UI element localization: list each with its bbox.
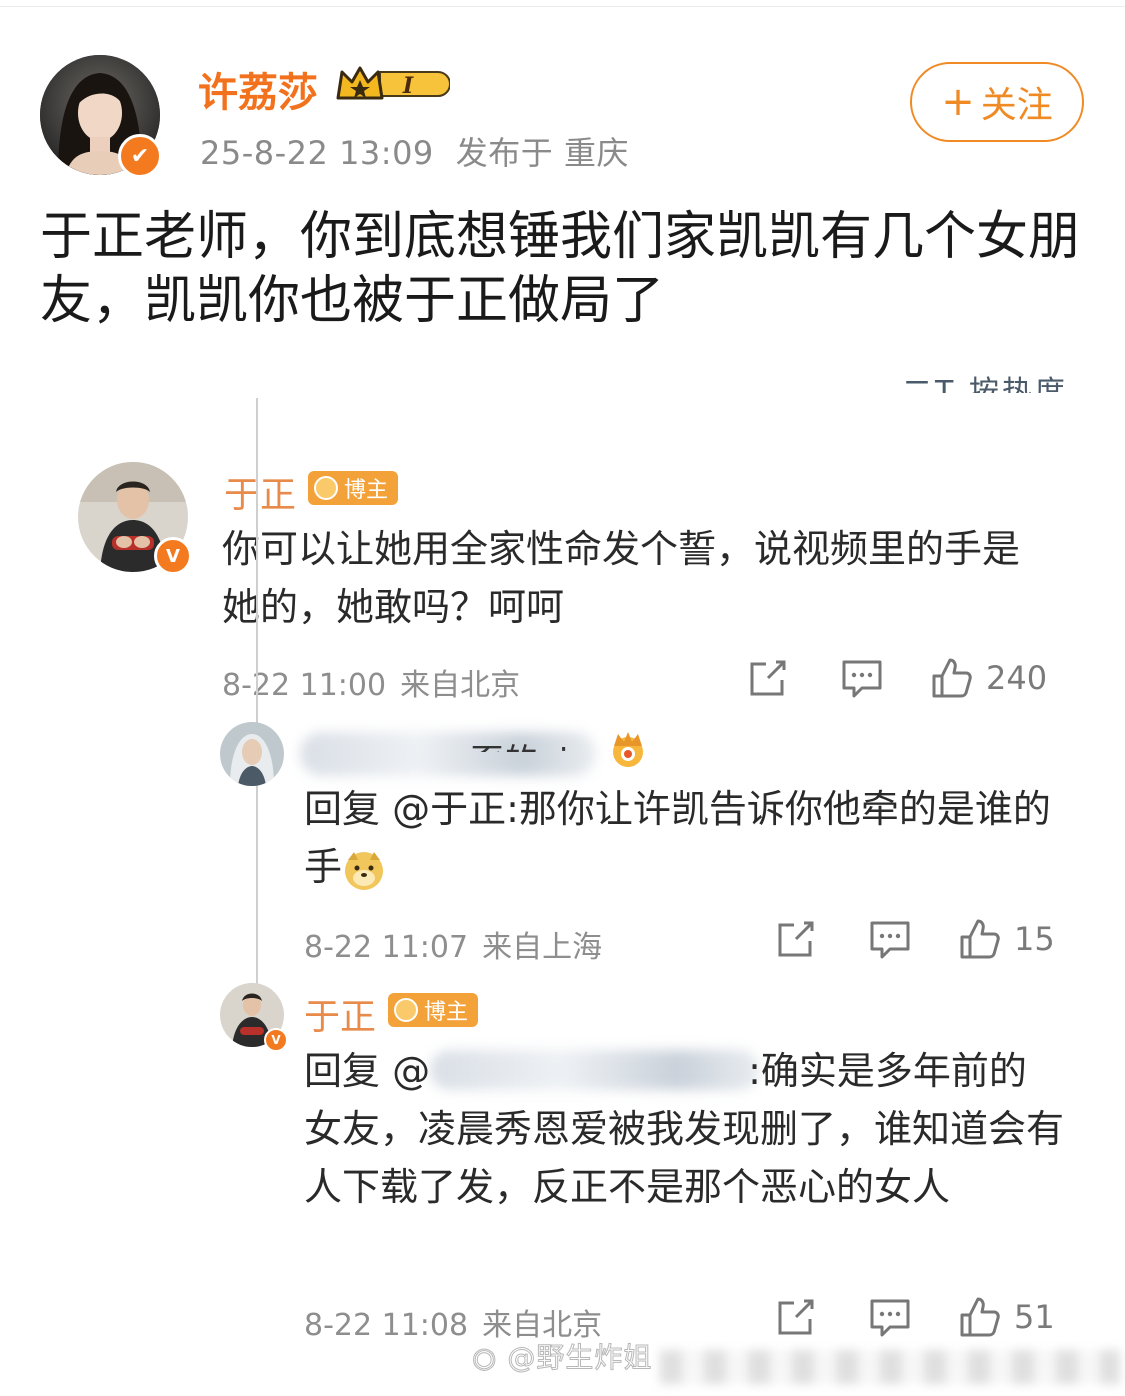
comment-icon[interactable] (868, 1295, 912, 1339)
post-text: 于正老师，你到底想锤我们家凯凯有几个女朋友，凯凯你也被于正做局了 (40, 207, 1081, 331)
reply-author-partial-name: 豕的ai (470, 732, 568, 752)
bottom-blur (660, 1350, 1120, 1384)
verified-badge-icon: V (264, 1028, 288, 1052)
comment-icon[interactable] (840, 656, 884, 700)
blogger-badge: 博主 (308, 471, 399, 505)
like-button[interactable]: 240 (930, 656, 1047, 700)
weibo-logo-icon: ◉ (471, 1341, 498, 1375)
follow-button[interactable]: + 关注 (910, 62, 1084, 142)
like-button[interactable]: 51 (958, 1295, 1055, 1339)
reply-time: 8-22 11:08 (304, 1308, 469, 1343)
mention-link[interactable]: @ (392, 1049, 430, 1093)
level-badge-text: I (402, 73, 414, 99)
blogger-badge: 博主 (388, 993, 479, 1027)
like-count: 240 (986, 659, 1048, 697)
sort-label: 二T 按热度 (902, 375, 1068, 393)
share-icon[interactable] (746, 656, 790, 700)
reply-meta: 8-22 11:07 来自上海 (304, 922, 602, 966)
reply-actions: 15 (774, 917, 1055, 961)
watermark: ◉ @野生炸姐 (471, 1336, 653, 1376)
post-location: 发布于 重庆 (455, 134, 629, 172)
like-button[interactable]: 15 (958, 917, 1055, 961)
like-icon (958, 1295, 1002, 1339)
follow-label: 关注 (980, 85, 1053, 126)
verified-badge-icon: ✔ (118, 134, 162, 178)
reply-text: 回复 @:确实是多年前的女友，凌晨秀恩爱被我发现删了，谁知道会有人下载了发，反正… (304, 1042, 1064, 1216)
doge-emoji-icon (342, 848, 386, 892)
author-name[interactable]: 许荔莎 (198, 60, 318, 118)
verified-badge-icon: V (154, 537, 192, 575)
watermark-text: @野生炸姐 (507, 1341, 653, 1375)
comment-text: 你可以让她用全家性命发个誓，说视频里的手是她的，她敢吗？呵呵 (222, 527, 1021, 629)
plus-icon: + (941, 79, 975, 125)
mention-link[interactable]: @于正 (392, 787, 506, 831)
like-icon (930, 656, 974, 700)
crown-icon: I (334, 62, 451, 106)
reply-prefix: 回复 (304, 787, 393, 831)
reply-prefix: 回复 (304, 1049, 393, 1093)
badge-icon (394, 998, 418, 1022)
post-date: 25-8-22 13:09 (200, 134, 434, 172)
post-meta: 25-8-22 13:09 发布于 重庆 (200, 128, 629, 174)
reply-text: 回复 @于正:那你让许凯告诉你他牵的是谁的手 (304, 780, 1064, 896)
share-icon[interactable] (774, 917, 818, 961)
reply-time: 8-22 11:07 (304, 930, 469, 965)
comment-time: 8-22 11:00 (222, 668, 387, 703)
crown-icon (604, 728, 652, 768)
comment-location: 来自北京 (400, 668, 521, 703)
comment-icon[interactable] (868, 917, 912, 961)
like-count: 51 (1014, 1298, 1055, 1336)
blogger-badge-label: 博主 (424, 1000, 469, 1025)
like-icon (958, 917, 1002, 961)
reply-location: 来自上海 (482, 930, 603, 965)
comment-actions: 240 (746, 656, 1047, 700)
reply-author-name[interactable]: 于正 (304, 988, 376, 1040)
share-icon[interactable] (774, 1295, 818, 1339)
like-count: 15 (1014, 920, 1055, 958)
reply-actions: 51 (774, 1295, 1055, 1339)
comment-author-name[interactable]: 于正 (224, 466, 296, 518)
top-divider (0, 6, 1125, 7)
badge-icon (314, 476, 338, 500)
reply-avatar[interactable] (220, 722, 284, 786)
blogger-badge-label: 博主 (344, 478, 389, 503)
comment-meta: 8-22 11:00 来自北京 (222, 660, 520, 704)
thread-line (256, 398, 258, 998)
